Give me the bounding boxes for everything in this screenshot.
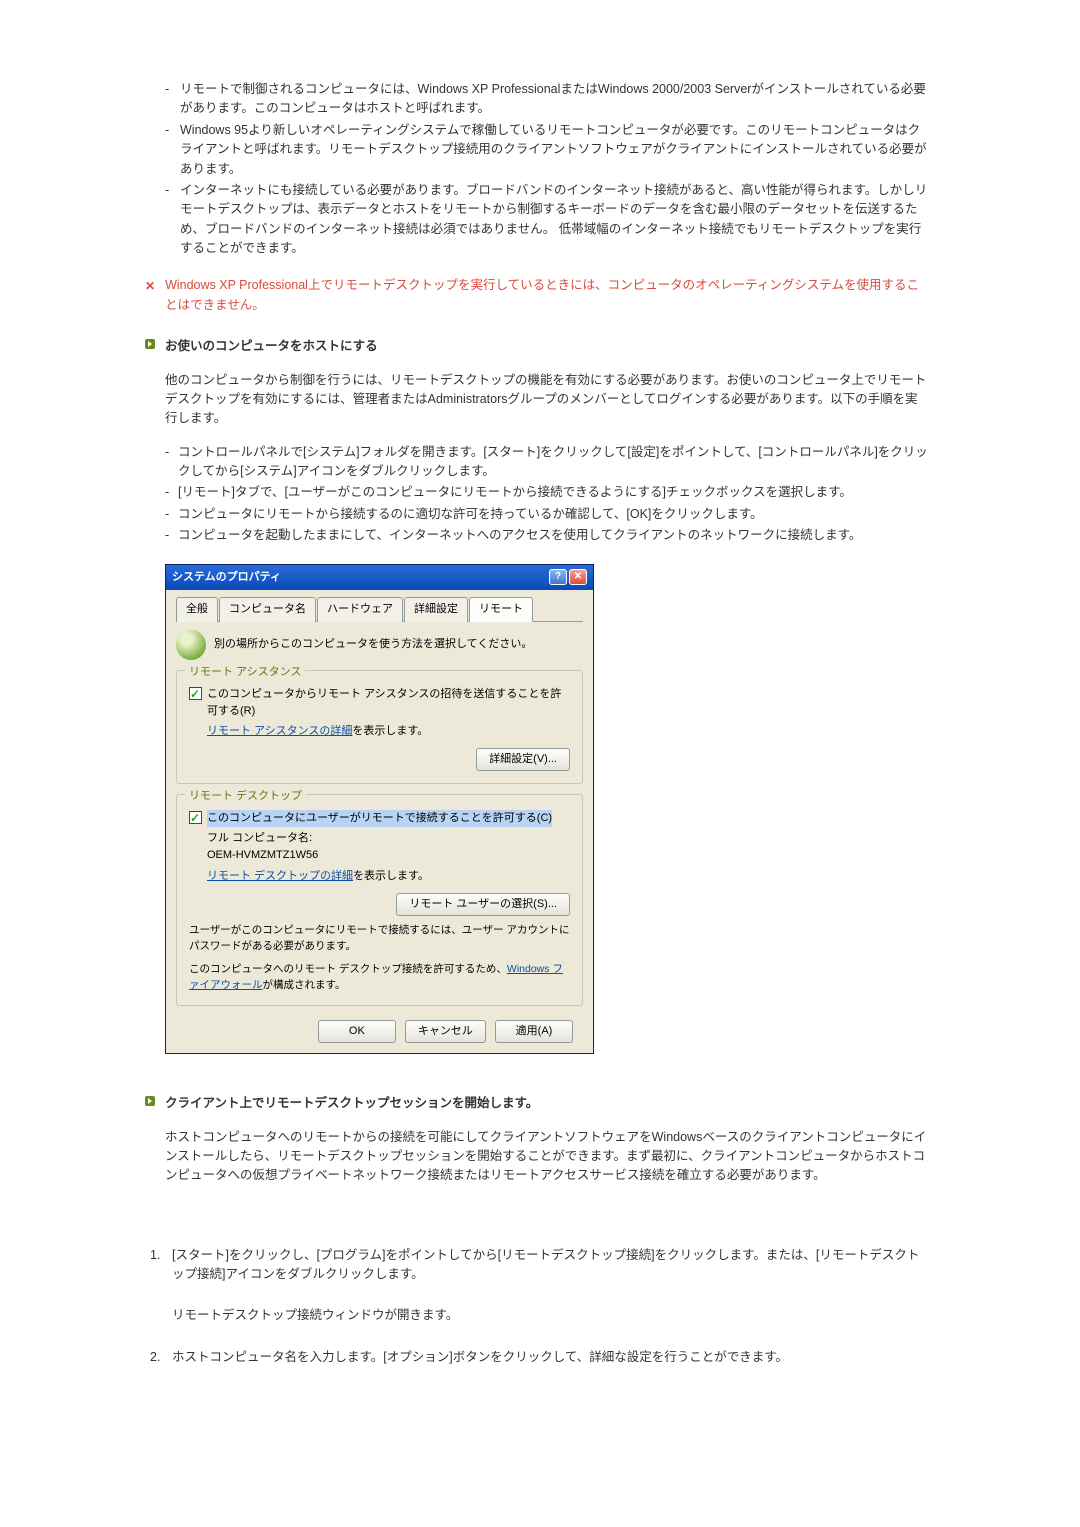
client-steps: [スタート]をクリックし、[プログラム]をポイントしてから[リモートデスクトップ… <box>150 1246 930 1368</box>
ra-checkbox-label: このコンピュータからリモート アシスタンスの招待を送信することを許可する(R) <box>207 686 570 720</box>
ra-allow-checkbox[interactable] <box>189 687 202 700</box>
tab-computer-name[interactable]: コンピュータ名 <box>219 597 316 622</box>
x-icon: ✕ <box>145 277 155 296</box>
requirement-item: インターネットにも接続している必要があります。ブロードバンドのインターネット接続… <box>165 181 930 259</box>
ok-button[interactable]: OK <box>318 1020 396 1043</box>
remote-icon <box>176 630 206 660</box>
step-item: ホストコンピュータ名を入力します。[オプション]ボタンをクリックして、詳細な設定… <box>150 1348 930 1367</box>
apply-button[interactable]: 適用(A) <box>495 1020 573 1043</box>
step-result: リモートデスクトップ接続ウィンドウが開きます。 <box>172 1306 930 1325</box>
rd-legend: リモート デスクトップ <box>185 788 306 805</box>
dialog-instruction: 別の場所からこのコンピュータを使う方法を選択してください。 <box>214 636 532 653</box>
requirement-item: リモートで制御されるコンピュータには、Windows XP Profession… <box>165 80 930 119</box>
tab-general[interactable]: 全般 <box>176 597 218 622</box>
rd-detail-link[interactable]: リモート デスクトップの詳細 <box>207 870 353 882</box>
section-intro: ホストコンピュータへのリモートからの接続を可能にしてクライアントソフトウェアをW… <box>165 1128 930 1186</box>
remote-assistance-group: リモート アシスタンス このコンピュータからリモート アシスタンスの招待を送信す… <box>176 670 583 784</box>
ra-advanced-button[interactable]: 詳細設定(V)... <box>476 748 570 771</box>
rd-select-users-button[interactable]: リモート ユーザーの選択(S)... <box>396 893 570 916</box>
step-item: コントロールパネルで[システム]フォルダを開きます。[スタート]をクリックして[… <box>165 443 930 482</box>
rd-allow-checkbox[interactable] <box>189 811 202 824</box>
warning-text: Windows XP Professional上でリモートデスクトップを実行して… <box>165 276 930 315</box>
arrow-bullet-icon <box>145 1096 155 1106</box>
cancel-button[interactable]: キャンセル <box>405 1020 486 1043</box>
ra-detail-link[interactable]: リモート アシスタンスの詳細 <box>207 725 352 737</box>
tab-strip: 全般 コンピュータ名 ハードウェア 詳細設定 リモート <box>176 596 583 622</box>
rd-name-label: フル コンピュータ名: <box>189 830 570 847</box>
system-properties-dialog: システムのプロパティ ? ✕ 全般 コンピュータ名 ハードウェア 詳細設定 リモ… <box>165 564 594 1055</box>
step-text: ホストコンピュータ名を入力します。[オプション]ボタンをクリックして、詳細な設定… <box>172 1350 788 1364</box>
tab-remote[interactable]: リモート <box>469 597 533 622</box>
section-hosting: お使いのコンピュータをホストにする <box>145 337 930 356</box>
requirements-list: リモートで制御されるコンピュータには、Windows XP Profession… <box>165 80 930 258</box>
step-item: [リモート]タブで、[ユーザーがこのコンピュータにリモートから接続できるようにす… <box>165 483 930 502</box>
step-item: コンピュータを起動したままにして、インターネットへのアクセスを使用してクライアン… <box>165 526 930 545</box>
dialog-titlebar[interactable]: システムのプロパティ ? ✕ <box>166 565 593 590</box>
dialog-title: システムのプロパティ <box>172 569 281 586</box>
rd-note-fw-prefix: このコンピュータへのリモート デスクトップ接続を許可するため、 <box>189 963 507 975</box>
section-intro: 他のコンピュータから制御を行うには、リモートデスクトップの機能を有効にする必要が… <box>165 371 930 429</box>
ra-detail-suffix: を表示します。 <box>352 725 428 737</box>
ra-legend: リモート アシスタンス <box>185 664 305 681</box>
section-title: クライアント上でリモートデスクトップセッションを開始します。 <box>165 1094 538 1113</box>
remote-desktop-group: リモート デスクトップ このコンピュータにユーザーがリモートで接続することを許可… <box>176 794 583 1006</box>
rd-name-value: OEM-HVMZMTZ1W56 <box>189 847 570 864</box>
rd-detail-suffix: を表示します。 <box>353 870 429 882</box>
step-text: [スタート]をクリックし、[プログラム]をポイントしてから[リモートデスクトップ… <box>172 1248 919 1281</box>
rd-note-fw-suffix: が構成されます。 <box>263 979 346 991</box>
section-client-start: クライアント上でリモートデスクトップセッションを開始します。 <box>145 1094 930 1113</box>
help-button[interactable]: ? <box>549 569 567 585</box>
arrow-bullet-icon <box>145 339 155 349</box>
step-item: コンピュータにリモートから接続するのに適切な許可を持っているか確認して、[OK]… <box>165 505 930 524</box>
step-item: [スタート]をクリックし、[プログラム]をポイントしてから[リモートデスクトップ… <box>150 1246 930 1326</box>
tab-hardware[interactable]: ハードウェア <box>317 597 403 622</box>
section-title: お使いのコンピュータをホストにする <box>165 337 378 356</box>
warning-note: ✕ Windows XP Professional上でリモートデスクトップを実行… <box>145 276 930 315</box>
tab-advanced[interactable]: 詳細設定 <box>404 597 468 622</box>
hosting-steps: コントロールパネルで[システム]フォルダを開きます。[スタート]をクリックして[… <box>165 443 930 546</box>
close-button[interactable]: ✕ <box>569 569 587 585</box>
rd-note-password: ユーザーがこのコンピュータにリモートで接続するには、ユーザー アカウントにパスワ… <box>189 922 570 955</box>
requirement-item: Windows 95より新しいオペレーティングシステムで稼働しているリモートコン… <box>165 121 930 179</box>
rd-checkbox-label: このコンピュータにユーザーがリモートで接続することを許可する(C) <box>207 810 552 827</box>
dialog-footer: OK キャンセル 適用(A) <box>176 1016 583 1043</box>
